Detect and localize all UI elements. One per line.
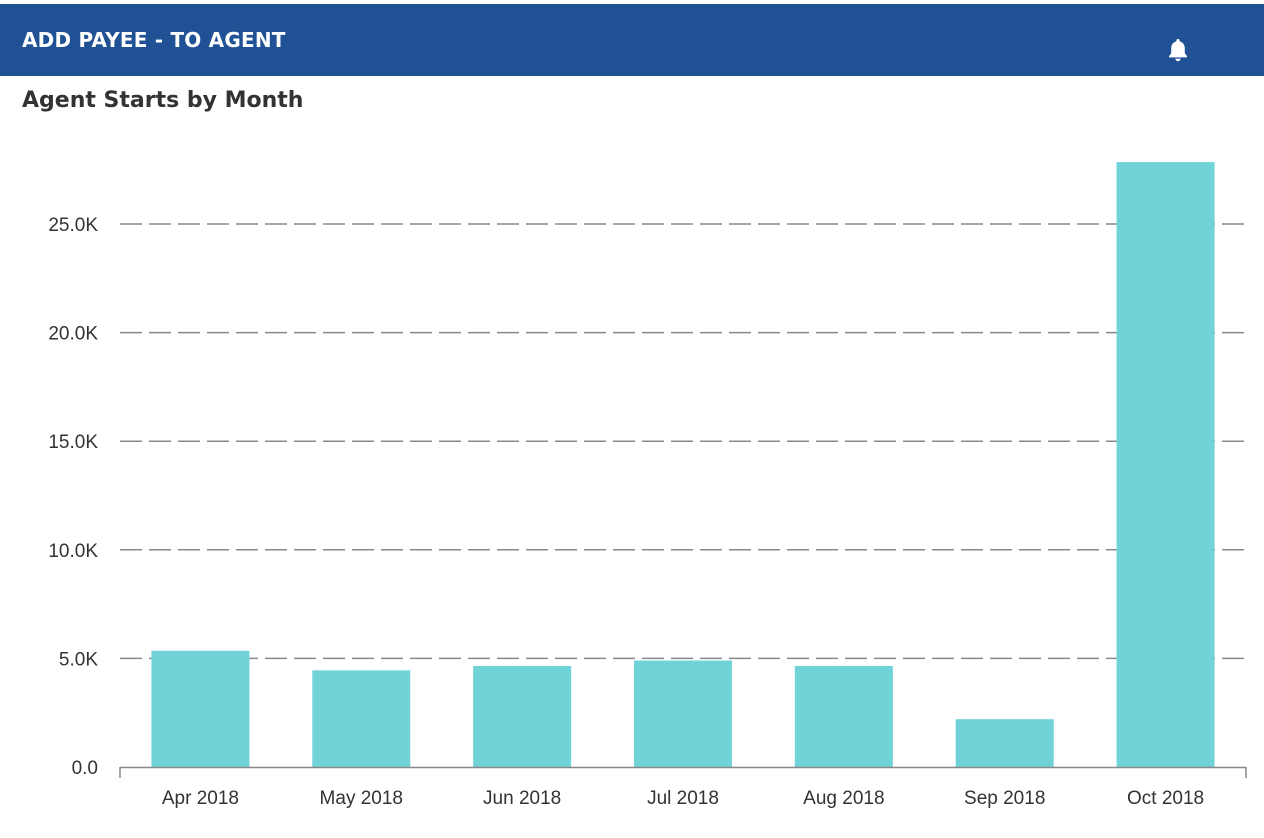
y-tick-label: 25.0K [48,215,98,236]
x-tick-label: Apr 2018 [162,788,239,809]
y-tick-label: 5.0K [59,649,98,670]
x-tick-label: Aug 2018 [803,788,884,809]
y-tick-label: 10.0K [48,541,98,562]
bar [1116,162,1215,767]
y-tick-label: 15.0K [48,432,98,453]
bar [634,660,732,767]
bar [151,650,250,767]
x-tick-label: Sep 2018 [964,788,1045,809]
bar [473,666,572,767]
y-tick-label: 20.0K [48,324,98,345]
x-tick-label: May 2018 [320,788,403,809]
x-tick-label: Jun 2018 [483,788,561,809]
y-tick-label: 0.0 [72,758,98,779]
x-tick-label: Jul 2018 [647,788,719,809]
bar [794,666,893,767]
bar-chart: 0.0 5.0K 10.0K 15.0K 20.0K 25.0K Apr 2018 May 2… [48,162,1247,809]
bar [955,719,1054,767]
bar [312,670,411,767]
x-tick-label: Oct 2018 [1127,788,1204,809]
